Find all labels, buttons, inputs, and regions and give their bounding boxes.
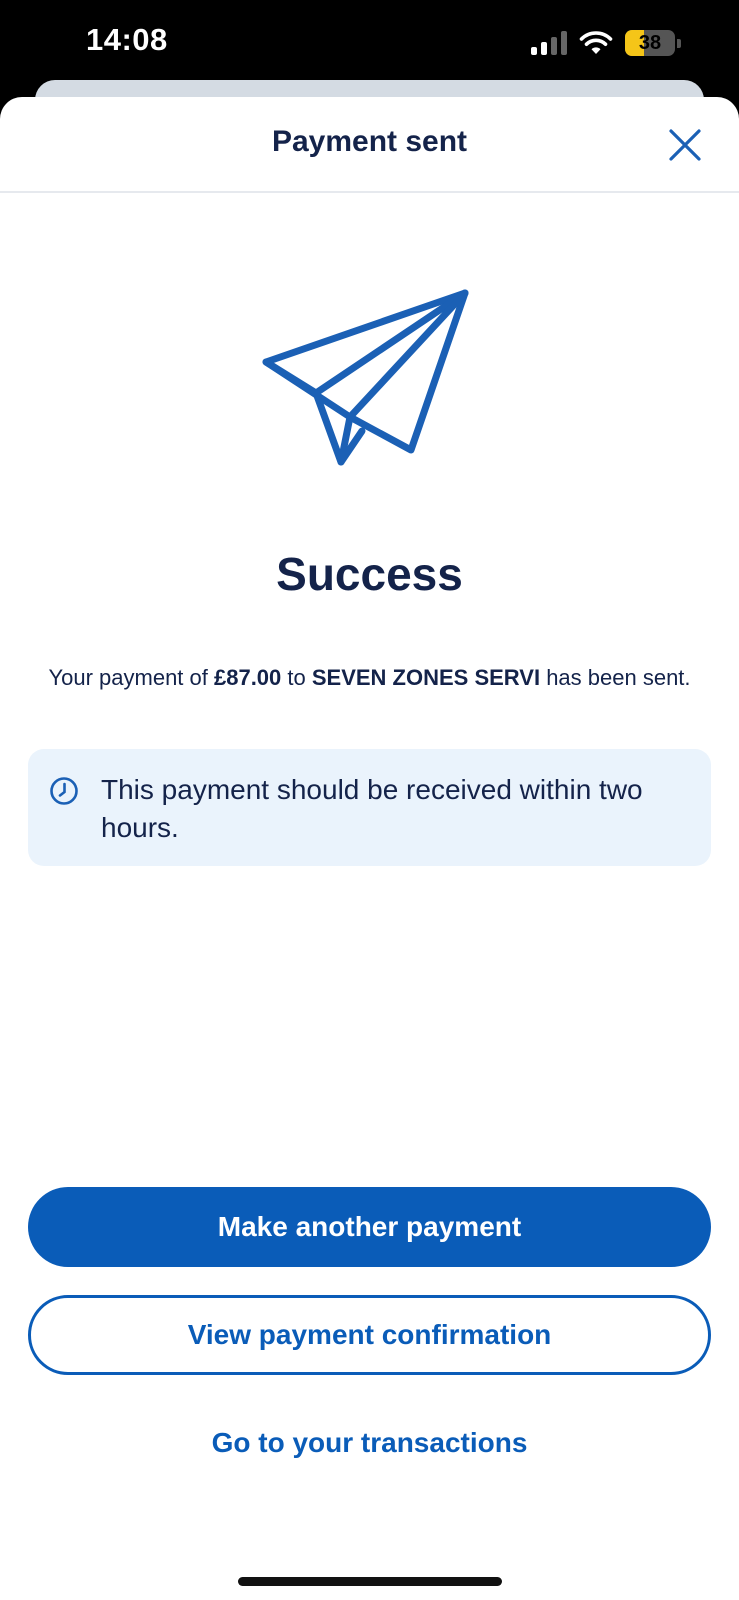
- make-another-payment-button[interactable]: Make another payment: [28, 1187, 711, 1267]
- close-button[interactable]: [663, 123, 707, 167]
- success-heading: Success: [276, 548, 463, 600]
- sheet-header: Payment sent: [0, 97, 739, 193]
- status-icons: 38: [531, 28, 681, 58]
- view-payment-confirmation-button[interactable]: View payment confirmation: [28, 1295, 711, 1375]
- wifi-icon: [579, 30, 613, 56]
- screen: 14:08 38 Payment sent Success Your payme…: [0, 0, 739, 1600]
- battery-level: 38: [638, 31, 662, 54]
- info-text: This payment should be received within t…: [101, 774, 643, 843]
- payee-name: SEVEN ZONES SERVI: [311, 665, 541, 690]
- payment-sent-sheet: Payment sent Success Your payment of £87…: [0, 97, 739, 1600]
- status-time: 14:08: [86, 22, 168, 57]
- payment-summary-prefix: Your payment of: [48, 665, 214, 690]
- payment-summary-mid: to: [281, 665, 312, 690]
- payment-summary: Your payment of £87.00 to SEVEN ZONES SE…: [0, 665, 739, 691]
- home-indicator: [238, 1577, 502, 1586]
- page-title: Payment sent: [271, 125, 468, 158]
- info-banner: This payment should be received within t…: [28, 749, 711, 866]
- cellular-signal-icon: [531, 31, 567, 55]
- go-to-transactions-link[interactable]: Go to your transactions: [0, 1427, 739, 1459]
- status-bar: 14:08 38: [0, 0, 739, 90]
- payment-summary-suffix: has been sent.: [540, 665, 691, 690]
- payment-amount: £87.00: [213, 665, 282, 690]
- close-icon: [669, 129, 701, 161]
- paper-plane-icon: [258, 285, 478, 475]
- clock-icon: [49, 776, 79, 806]
- battery-icon: 38: [625, 30, 681, 56]
